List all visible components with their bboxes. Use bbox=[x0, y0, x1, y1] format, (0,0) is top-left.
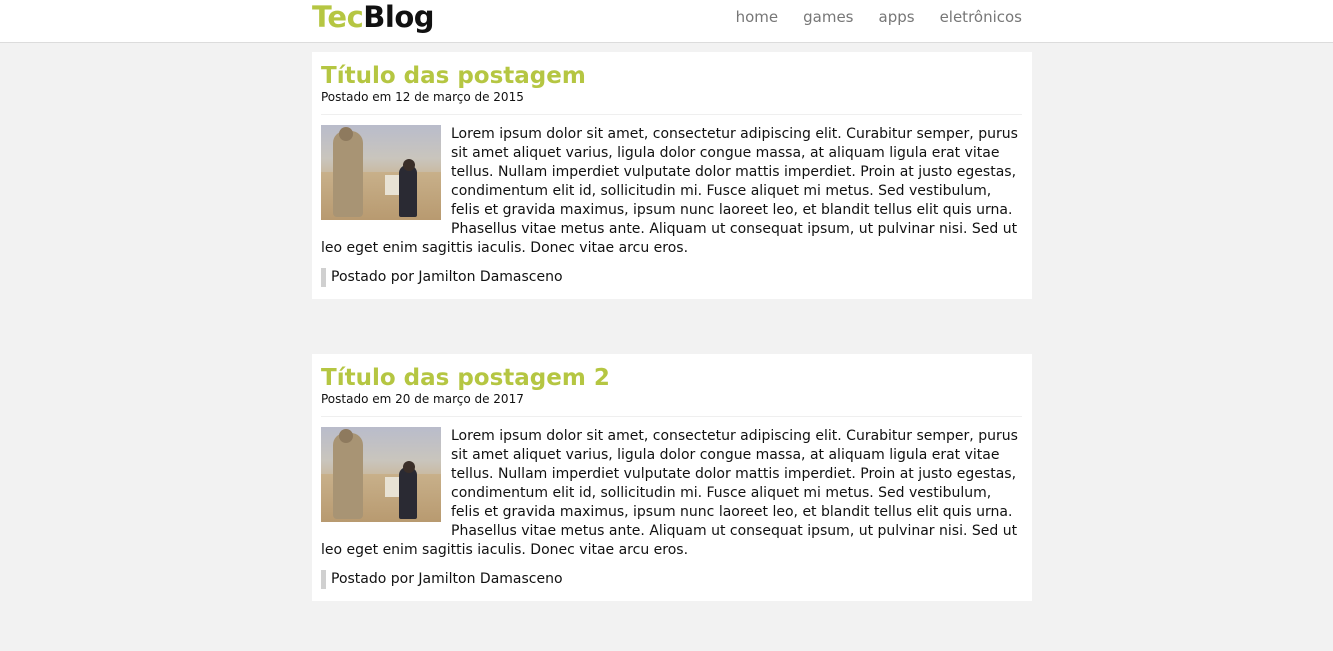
post-divider bbox=[321, 114, 1022, 115]
site-logo[interactable]: TecBlog bbox=[312, 0, 435, 34]
post-body: Lorem ipsum dolor sit amet, consectetur … bbox=[321, 125, 1022, 258]
nav-link-games[interactable]: games bbox=[803, 7, 853, 27]
post-body: Lorem ipsum dolor sit amet, consectetur … bbox=[321, 427, 1022, 560]
post-title[interactable]: Título das postagem bbox=[321, 62, 1022, 91]
logo-blog: Blog bbox=[363, 0, 435, 34]
post-author: Postado por Jamilton Damasceno bbox=[321, 570, 1022, 589]
logo-tec: Tec bbox=[312, 0, 364, 34]
post-divider bbox=[321, 416, 1022, 417]
post-title[interactable]: Título das postagem 2 bbox=[321, 364, 1022, 393]
post-author: Postado por Jamilton Damasceno bbox=[321, 268, 1022, 287]
post-card: Título das postagem Postado em 12 de mar… bbox=[312, 52, 1032, 299]
post-thumbnail bbox=[321, 125, 441, 220]
post-thumbnail bbox=[321, 427, 441, 522]
nav-link-apps[interactable]: apps bbox=[879, 7, 915, 27]
post-card: Título das postagem 2 Postado em 20 de m… bbox=[312, 354, 1032, 601]
nav-link-eletronicos[interactable]: eletrônicos bbox=[940, 7, 1022, 27]
post-date: Postado em 12 de março de 2015 bbox=[321, 90, 524, 104]
post-date: Postado em 20 de março de 2017 bbox=[321, 392, 524, 406]
nav-link-home[interactable]: home bbox=[736, 7, 779, 27]
top-navbar: TecBlog home games apps eletrônicos bbox=[0, 0, 1333, 43]
main-nav: home games apps eletrônicos bbox=[711, 7, 1022, 27]
